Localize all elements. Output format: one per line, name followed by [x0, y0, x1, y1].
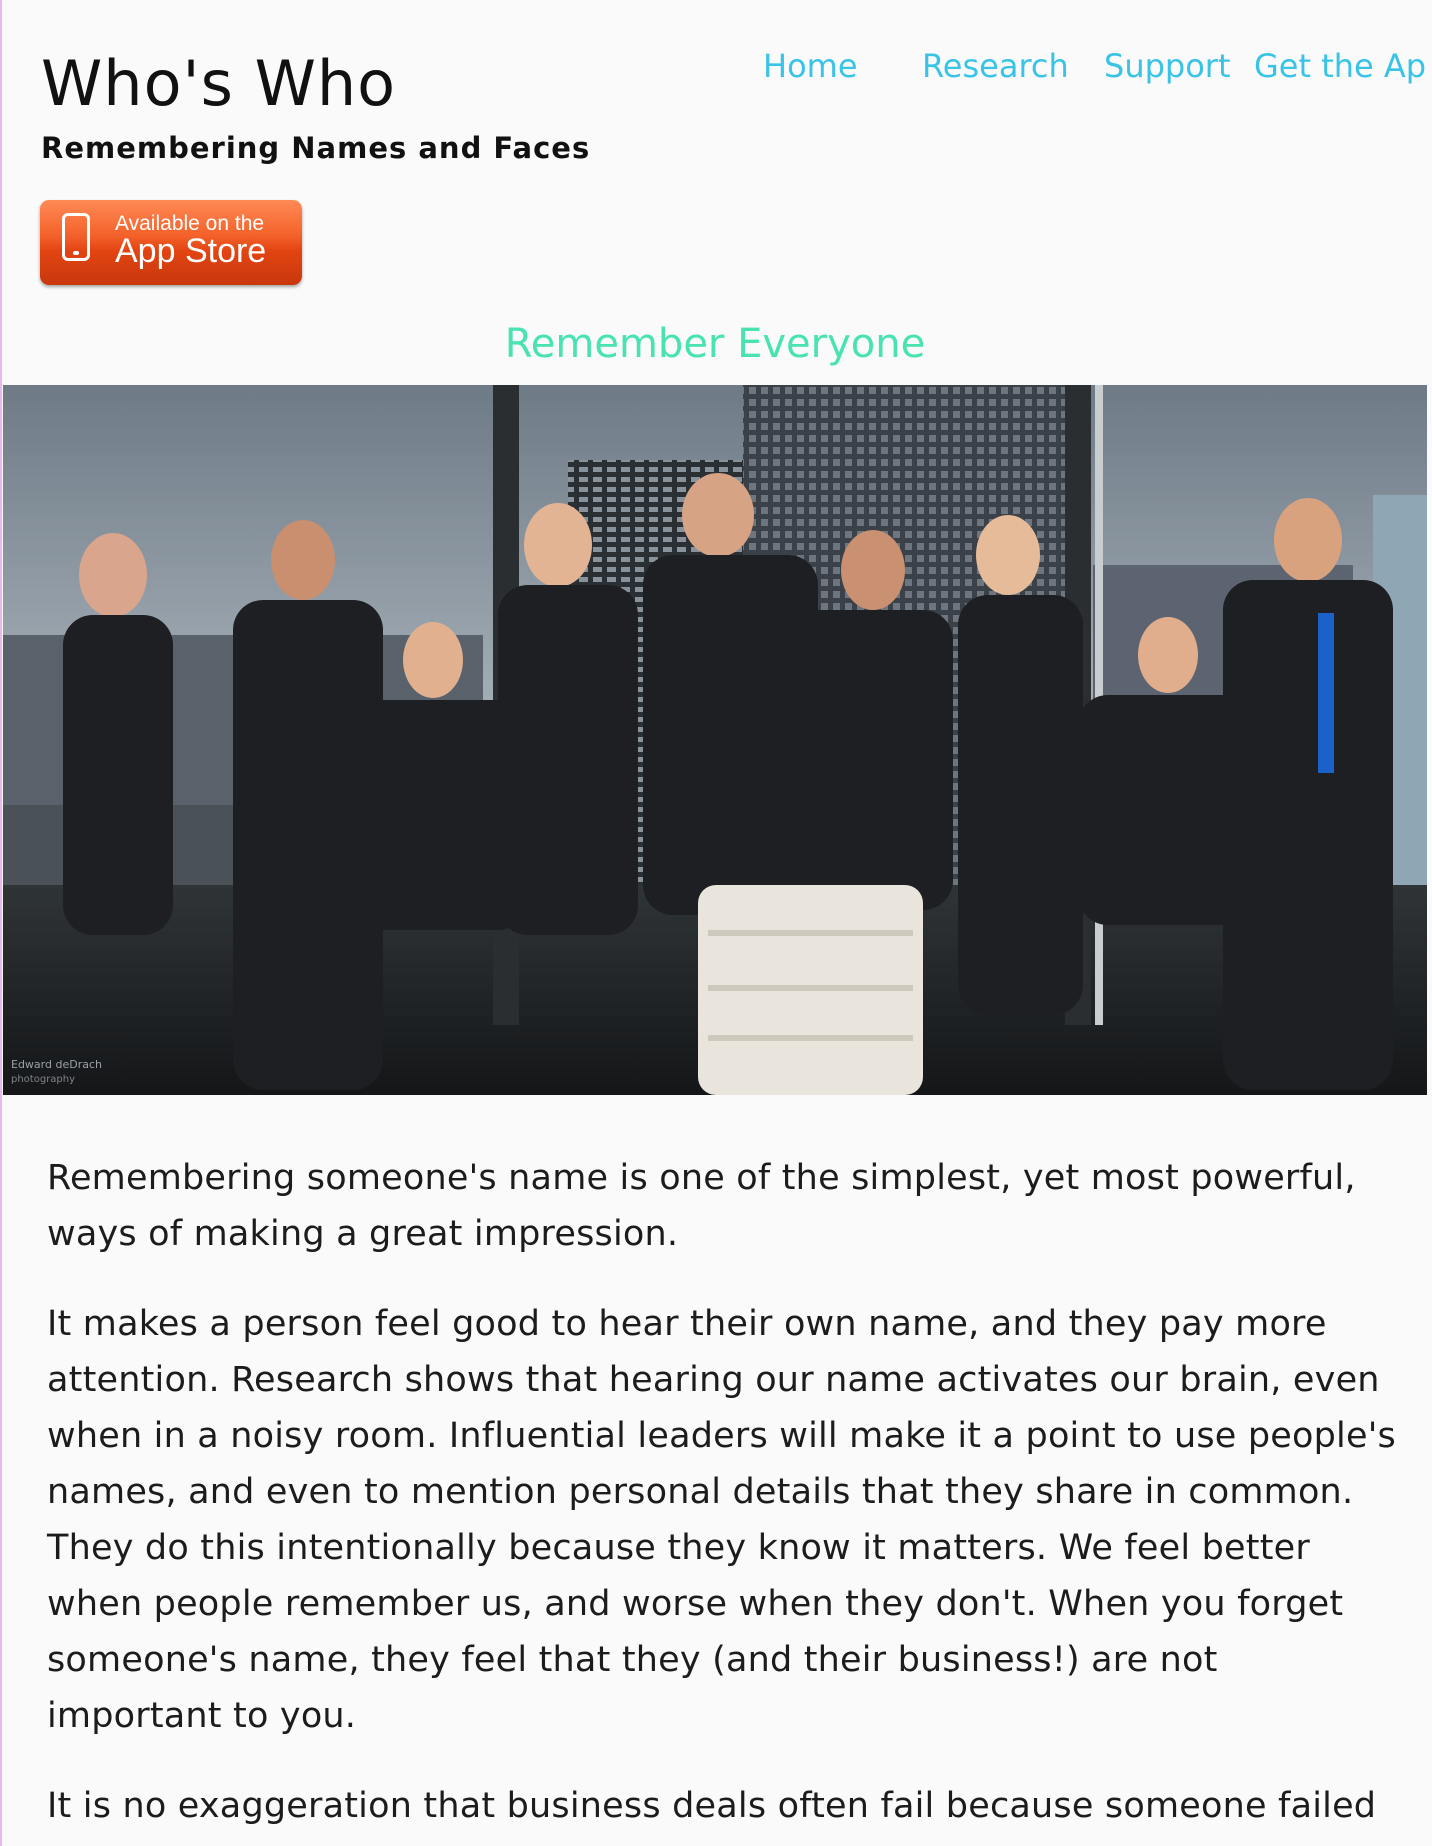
app-store-badge[interactable]: Available on the App Store [40, 200, 302, 285]
paragraph: Remembering someone's name is one of the… [47, 1158, 1356, 1254]
paragraph: It is no exaggeration that business deal… [47, 1786, 1377, 1826]
left-border [0, 0, 2, 1846]
page: Who's Who Remembering Names and Faces Ho… [3, 0, 1427, 1846]
nav-support-link[interactable]: Support [1104, 46, 1231, 86]
badge-big-text: App Store [115, 232, 267, 270]
section-heading: Remember Everyone [504, 321, 926, 367]
nav-home-link[interactable]: Home [763, 46, 858, 86]
nav-get-the-app-link[interactable]: Get the App [1254, 46, 1427, 86]
site-tagline: Remembering Names and Faces [41, 131, 591, 165]
article-content: Remembering someone's name is one of the… [47, 1150, 1397, 1846]
svg-text:Edward deDrach: Edward deDrach [11, 1058, 102, 1071]
paragraph: It makes a person feel good to hear thei… [47, 1304, 1396, 1736]
phone-icon [62, 213, 90, 261]
svg-text:photography: photography [11, 1074, 75, 1085]
team-photo-illustration: Edward deDrach photography [3, 385, 1427, 1095]
nav-research-link[interactable]: Research [922, 46, 1069, 86]
hero-image: Edward deDrach photography [3, 385, 1427, 1095]
top-nav: Home Research Support Get the App [3, 46, 1427, 86]
